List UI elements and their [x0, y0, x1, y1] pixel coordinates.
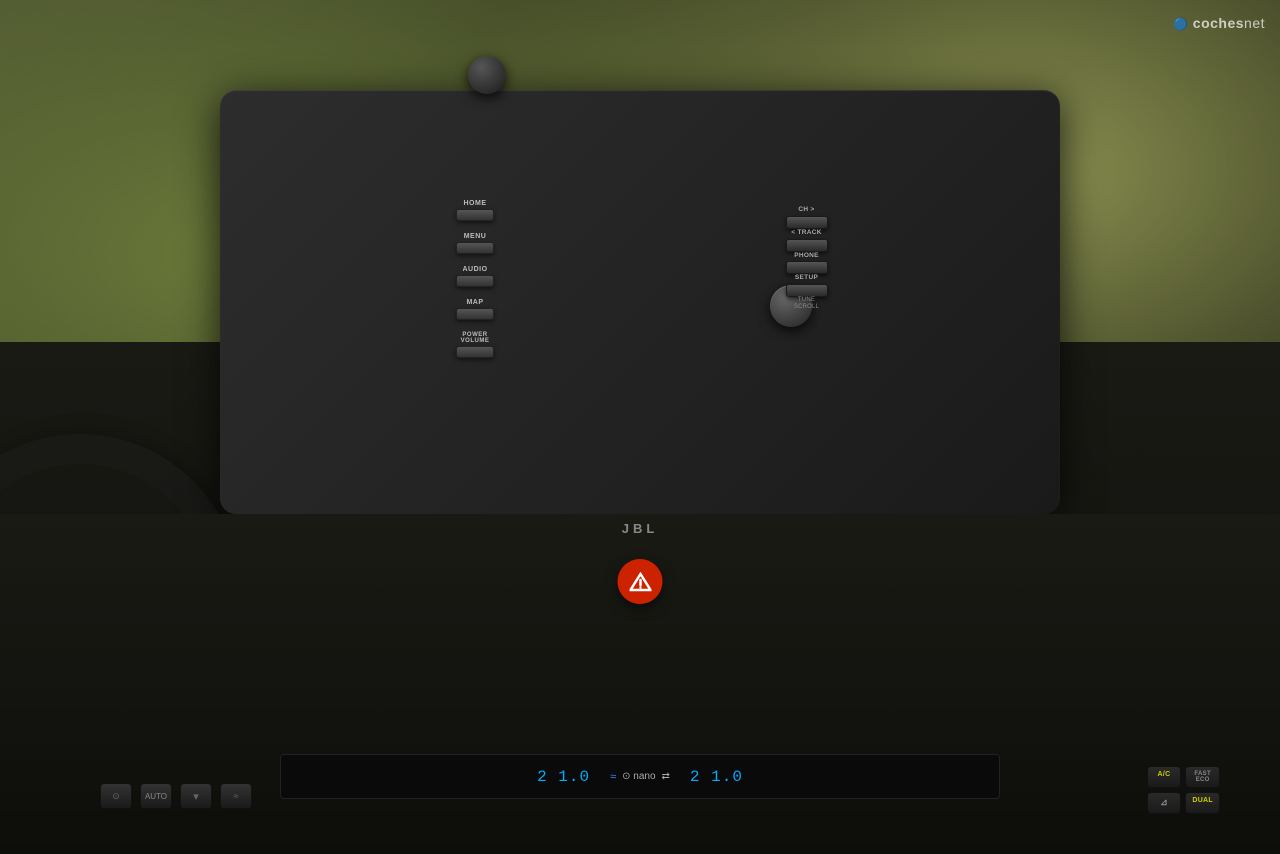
phone-hw-label: PHONE	[794, 252, 819, 260]
menu-control: MENU	[450, 233, 500, 254]
ac-buttons-panel: A/C FASTECO ⊿ DUAL	[1147, 766, 1220, 814]
dual-button[interactable]: DUAL	[1185, 792, 1220, 814]
watermark: 🔵 cochesnet	[1173, 15, 1265, 31]
fan-icon: ≈	[610, 771, 616, 783]
climate-control-buttons: ⊙ AUTO ▾ ≈	[100, 783, 252, 809]
auto-button[interactable]: AUTO	[140, 783, 172, 809]
track-control: < TRACK	[786, 229, 828, 252]
volume-knob[interactable]	[468, 56, 506, 94]
setup-label: SETUP	[795, 274, 818, 282]
ch-control: CH >	[786, 206, 828, 229]
defrost-button[interactable]: ⊿	[1147, 792, 1182, 814]
phone-hw-button[interactable]	[786, 261, 828, 274]
climate-mode-icon: ⊙ nano	[622, 771, 655, 782]
map-control: MAP	[450, 299, 500, 320]
watermark-text: cochesnet	[1193, 15, 1265, 31]
menu-button[interactable]	[456, 242, 494, 254]
climate-temp-right: 2 1.0	[690, 768, 743, 786]
setup-button[interactable]	[786, 284, 828, 297]
track-label: < TRACK	[791, 229, 821, 237]
defrost-rear-button[interactable]: ≈	[220, 783, 252, 809]
ac-button[interactable]: A/C	[1147, 766, 1182, 788]
tune-scroll-label: TUNESCROLL	[794, 297, 819, 310]
hazard-triangle-icon	[629, 572, 651, 592]
tune-scroll-control: TUNESCROLL	[794, 297, 819, 310]
center-console: 2 1.0 ≈ ⊙ nano ⇄ 2 1.0 ⊙ AUTO ▾ ≈ A/C FA…	[0, 514, 1280, 854]
jbl-label: JBL	[622, 521, 659, 536]
power-volume-control: POWERVOLUME	[450, 332, 500, 358]
climate-display: 2 1.0 ≈ ⊙ nano ⇄ 2 1.0	[280, 754, 1000, 799]
audio-label: AUDIO	[462, 266, 487, 273]
home-control: HOME	[450, 200, 500, 221]
defrost-front-button[interactable]: ⊙	[100, 783, 132, 809]
fast-eco-button[interactable]: FASTECO	[1185, 766, 1220, 788]
ch-label: CH >	[798, 206, 814, 214]
home-label: HOME	[464, 200, 487, 207]
phone-control: PHONE	[786, 252, 828, 275]
right-controls-panel: CH > < TRACK PHONE SETUP TUNESCROLL	[779, 198, 834, 214]
map-button[interactable]	[456, 308, 494, 320]
watermark-icon: 🔵	[1173, 17, 1188, 31]
audio-button[interactable]	[456, 275, 494, 287]
map-label: MAP	[466, 299, 483, 306]
hazard-button[interactable]	[618, 559, 663, 604]
track-button[interactable]	[786, 239, 828, 252]
climate-center-icons: ≈ ⊙ nano ⇄	[610, 771, 670, 783]
menu-label: MENU	[464, 233, 487, 240]
power-volume-label: POWERVOLUME	[461, 332, 490, 344]
head-unit: HOME MENU AUDIO MAP POWERVOLUME	[220, 90, 1060, 514]
setup-control: SETUP	[786, 274, 828, 297]
power-volume-button[interactable]	[456, 346, 494, 358]
climate-temp-left: 2 1.0	[537, 768, 590, 786]
climate-recirculate-icon: ⇄	[662, 771, 670, 782]
fan-down-button[interactable]: ▾	[180, 783, 212, 809]
ch-button[interactable]	[786, 216, 828, 229]
home-button[interactable]	[456, 209, 494, 221]
left-controls-panel: HOME MENU AUDIO MAP POWERVOLUME	[450, 200, 500, 362]
audio-control: AUDIO	[450, 266, 500, 287]
